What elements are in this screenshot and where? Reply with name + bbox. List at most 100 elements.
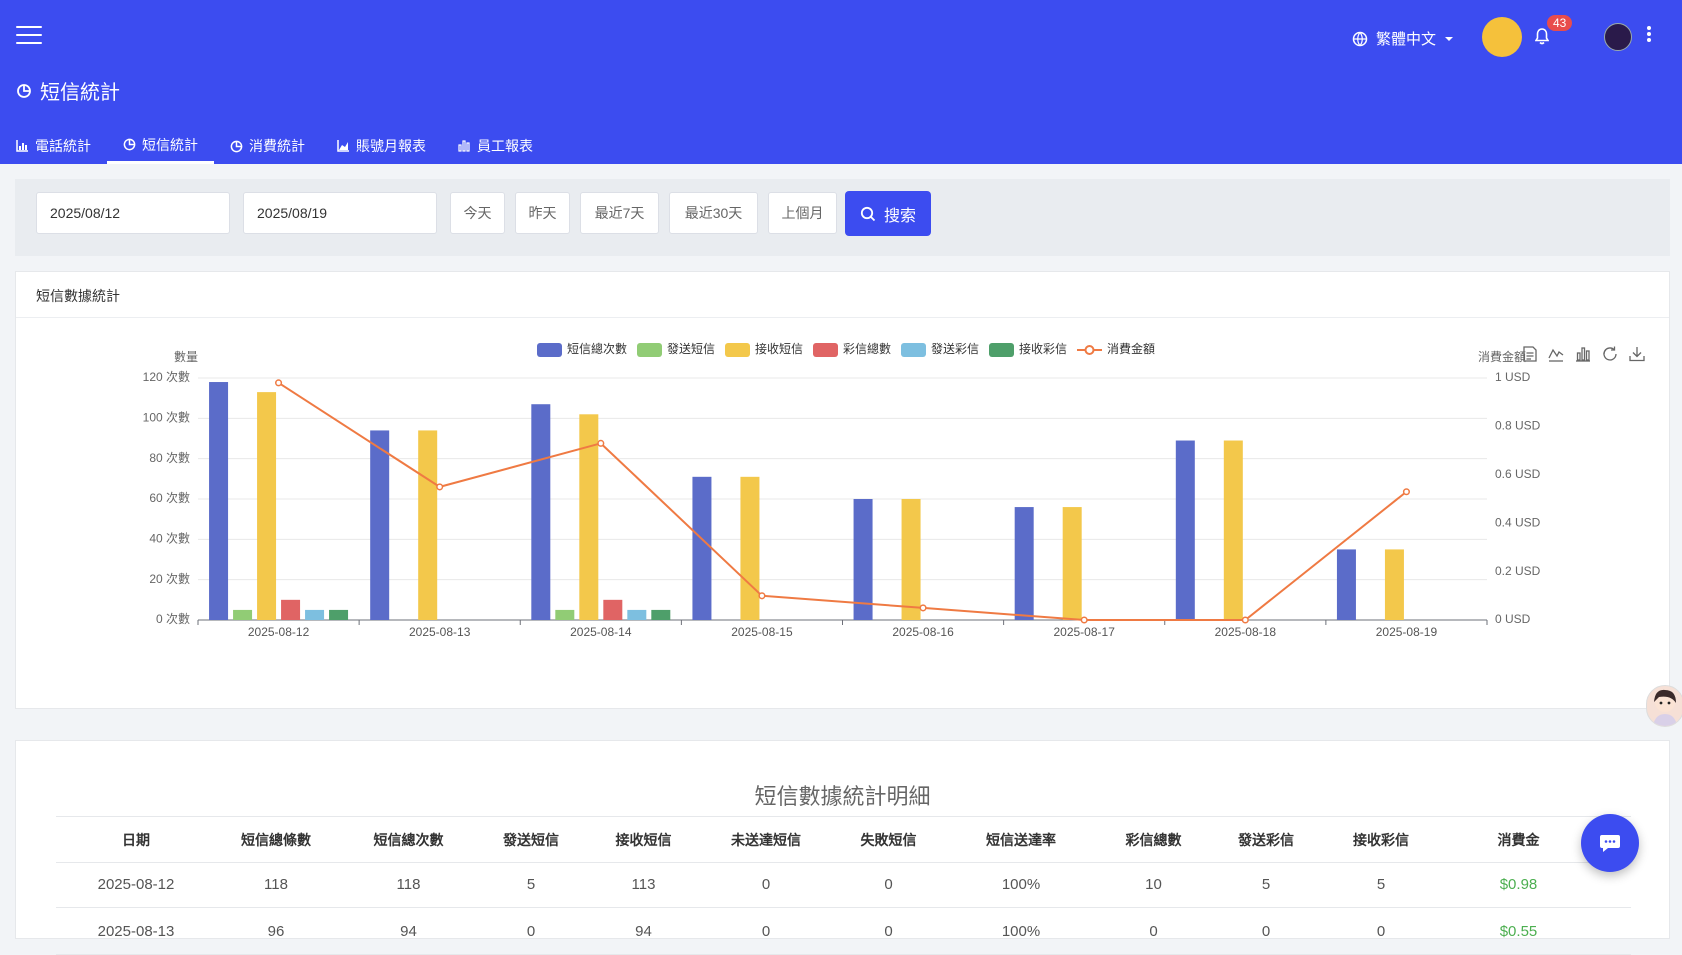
chart-bar[interactable]	[901, 499, 921, 620]
chart-bar[interactable]	[1014, 507, 1034, 620]
today-button[interactable]: 今天	[450, 192, 505, 234]
legend-marker[interactable]	[813, 343, 838, 357]
y-left-tick-label: 100 次數	[143, 411, 190, 425]
chart-bar[interactable]	[209, 382, 229, 620]
balance-coin-icon[interactable]	[1482, 17, 1522, 57]
legend-marker-dot[interactable]	[1084, 345, 1095, 355]
table-cell: 0	[761, 922, 771, 940]
chart-bar[interactable]	[740, 476, 760, 620]
y-right-axis-label: 消費金額	[1478, 349, 1526, 364]
legend-label: 接收短信	[755, 341, 803, 356]
y-left-tick-label: 60 次數	[149, 491, 190, 505]
chart-bar[interactable]	[555, 609, 575, 620]
page-title-text: 短信統計	[40, 82, 120, 104]
bar-chart-icon[interactable]	[1576, 347, 1590, 362]
y-right-tick-label: 0 USD	[1495, 612, 1531, 626]
detail-table-title: 短信數據統計明細	[754, 784, 931, 809]
table-row: 2025-08-13 96 94 0 94 0 0 100% 0 0 0 $0.55	[56, 908, 1631, 955]
chart-point[interactable]	[436, 483, 444, 491]
chart-bar[interactable]	[418, 430, 438, 620]
chart-bar[interactable]	[281, 599, 301, 620]
report-tabs: 電話統計 短信統計 消費統計 賬號月報表 員工報表	[0, 128, 549, 164]
chart-bar[interactable]	[651, 609, 671, 620]
chart-bar[interactable]	[305, 609, 325, 620]
globe-icon	[1352, 31, 1368, 46]
tab-sms-stats[interactable]: 短信統計	[107, 128, 214, 164]
tab-phone-stats[interactable]: 電話統計	[0, 128, 107, 164]
table-cell: $0.55	[1499, 922, 1538, 940]
table-cell: 100%	[1001, 875, 1041, 893]
notification-badge: 43	[1547, 15, 1573, 31]
more-vertical-icon[interactable]	[1646, 24, 1652, 44]
chart-bar[interactable]	[257, 392, 277, 620]
chart-point[interactable]	[919, 604, 927, 612]
table-cell: 5	[1261, 875, 1271, 893]
last-month-button[interactable]: 上個月	[768, 192, 837, 234]
chart-bar[interactable]	[531, 404, 551, 620]
tab-label: 消費統計	[249, 138, 305, 154]
legend-marker[interactable]	[725, 343, 750, 357]
tab-consumption-stats[interactable]: 消費統計	[214, 128, 321, 164]
table-cell: 0	[526, 922, 536, 940]
language-selector[interactable]: 繁體中文	[1352, 28, 1454, 49]
tab-staff-report[interactable]: 員工報表	[442, 128, 549, 164]
chart-bar[interactable]	[329, 609, 349, 620]
table-cell: 0	[884, 875, 893, 893]
table-cell: 94	[635, 922, 652, 940]
chart-bar[interactable]	[1062, 507, 1082, 620]
chart-point[interactable]	[758, 592, 766, 600]
legend-marker[interactable]	[537, 343, 562, 357]
end-date-input[interactable]	[243, 192, 437, 234]
chart-bar[interactable]	[1336, 549, 1356, 620]
y-right-tick-label: 0.4 USD	[1495, 515, 1541, 529]
chart-card: 短信數據統計 0 次數 20 次數 40 次數 60 次數 80 次數 100 次數 120…	[15, 271, 1670, 709]
table-header-row: 日期 短信總條數 短信總次數 發送短信 接收短信 未送達短信 失敗短信 短信送達率 彩信總數 發送…	[56, 816, 1631, 863]
chat-button[interactable]	[1581, 814, 1639, 872]
y-left-tick-label: 20 次數	[149, 572, 190, 586]
tab-account-monthly-report[interactable]: 賬號月報表	[321, 128, 442, 164]
table-cell: 100%	[1001, 922, 1041, 940]
table-header-cell: 失敗短信	[860, 831, 917, 848]
legend-marker[interactable]	[637, 343, 662, 357]
chart-bar[interactable]	[1175, 440, 1195, 620]
last-30-days-button[interactable]: 最近30天	[669, 192, 758, 234]
restore-icon[interactable]	[1603, 346, 1617, 361]
legend-label: 接收彩信	[1019, 341, 1067, 356]
y-left-tick-label: 80 次數	[149, 451, 190, 465]
chart-bar[interactable]	[627, 609, 647, 620]
legend-marker[interactable]	[901, 343, 926, 357]
chart-point[interactable]	[597, 439, 605, 447]
chart-bar[interactable]	[1384, 549, 1404, 620]
chart-bar[interactable]	[233, 609, 253, 620]
table-cell: 5	[526, 875, 536, 893]
chart-point[interactable]	[1402, 488, 1410, 496]
search-button[interactable]: 搜索	[845, 191, 931, 236]
start-date-input[interactable]	[36, 192, 230, 234]
assistant-avatar[interactable]	[1646, 685, 1682, 727]
bell-icon[interactable]	[1535, 28, 1549, 45]
y-right-tick-label: 0.2 USD	[1495, 564, 1541, 578]
chart-bar[interactable]	[370, 430, 390, 620]
yesterday-button[interactable]: 昨天	[515, 192, 570, 234]
menu-icon[interactable]	[16, 26, 42, 46]
last-7-days-button[interactable]: 最近7天	[580, 192, 659, 234]
table-header-cell: 接收彩信	[1353, 831, 1409, 848]
x-tick-label: 2025-08-13	[409, 625, 471, 639]
sms-stats-chart: 0 次數 20 次數 40 次數 60 次數 80 次數 100 次數 120 次數 0 US…	[143, 341, 1645, 639]
chart-bar[interactable]	[1223, 440, 1243, 620]
chart-bar[interactable]	[692, 476, 712, 620]
chart-bar[interactable]	[603, 599, 623, 620]
legend-marker[interactable]	[989, 343, 1014, 357]
pie-chart-icon	[123, 138, 136, 151]
chart-bar[interactable]	[853, 499, 873, 620]
language-label: 繁體中文	[1376, 31, 1437, 48]
download-icon[interactable]	[1629, 347, 1645, 362]
legend-label: 發送短信	[667, 341, 715, 356]
table-cell: 96	[267, 922, 285, 940]
chart-point[interactable]	[1241, 616, 1249, 624]
chart-point[interactable]	[1080, 616, 1088, 624]
chart-point[interactable]	[275, 379, 283, 387]
profile-avatar[interactable]	[1604, 23, 1632, 51]
line-chart-icon[interactable]	[1548, 348, 1564, 362]
x-tick-label: 2025-08-19	[1376, 625, 1438, 639]
